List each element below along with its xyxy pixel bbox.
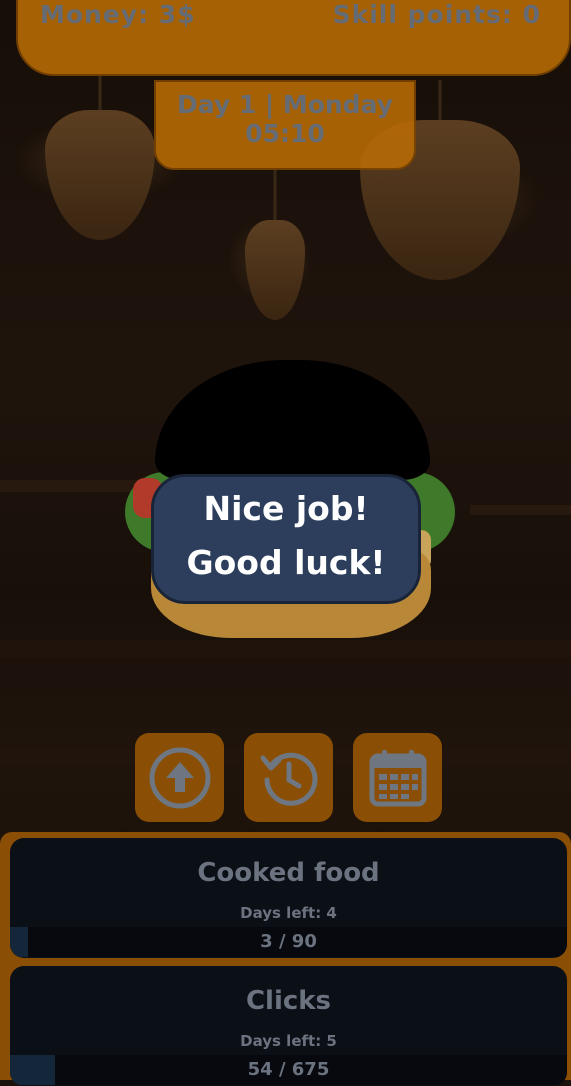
goal-progress-text: 3 / 90 bbox=[260, 931, 317, 952]
goal-progress-bar: 54 / 675 bbox=[10, 1055, 567, 1085]
goal-card-clicks: Clicks Days left: 5 54 / 675 bbox=[10, 966, 567, 1086]
goal-title: Clicks bbox=[245, 986, 332, 1016]
time-label: 05:10 bbox=[245, 119, 325, 148]
bun-top bbox=[155, 360, 430, 480]
goal-progress-text: 54 / 675 bbox=[247, 1059, 330, 1080]
dialog-line-2: Good luck! bbox=[186, 543, 386, 583]
goal-title: Cooked food bbox=[197, 858, 380, 888]
goal-progress-bar: 3 / 90 bbox=[10, 927, 567, 957]
day-label: Day 1 | Monday bbox=[177, 90, 393, 119]
upgrade-button[interactable] bbox=[135, 733, 224, 822]
message-dialog[interactable]: Nice job! Good luck! bbox=[151, 474, 421, 604]
top-bar: Money: 3$ Skill points: 0 bbox=[16, 0, 571, 76]
history-button[interactable] bbox=[244, 733, 333, 822]
calendar-icon bbox=[369, 749, 426, 806]
goal-days-left: Days left: 5 bbox=[240, 1032, 337, 1050]
arrow-up-circle-icon bbox=[149, 747, 210, 808]
day-panel: Day 1 | Monday 05:10 bbox=[154, 80, 416, 170]
calendar-button[interactable] bbox=[353, 733, 442, 822]
skill-points-label: Skill points: 0 bbox=[332, 0, 541, 29]
goal-days-left: Days left: 4 bbox=[240, 904, 337, 922]
goal-card-cooked-food: Cooked food Days left: 4 3 / 90 bbox=[10, 838, 567, 958]
money-label: Money: 3$ bbox=[40, 0, 196, 29]
dialog-line-1: Nice job! bbox=[203, 489, 369, 528]
history-clock-icon bbox=[260, 752, 317, 806]
